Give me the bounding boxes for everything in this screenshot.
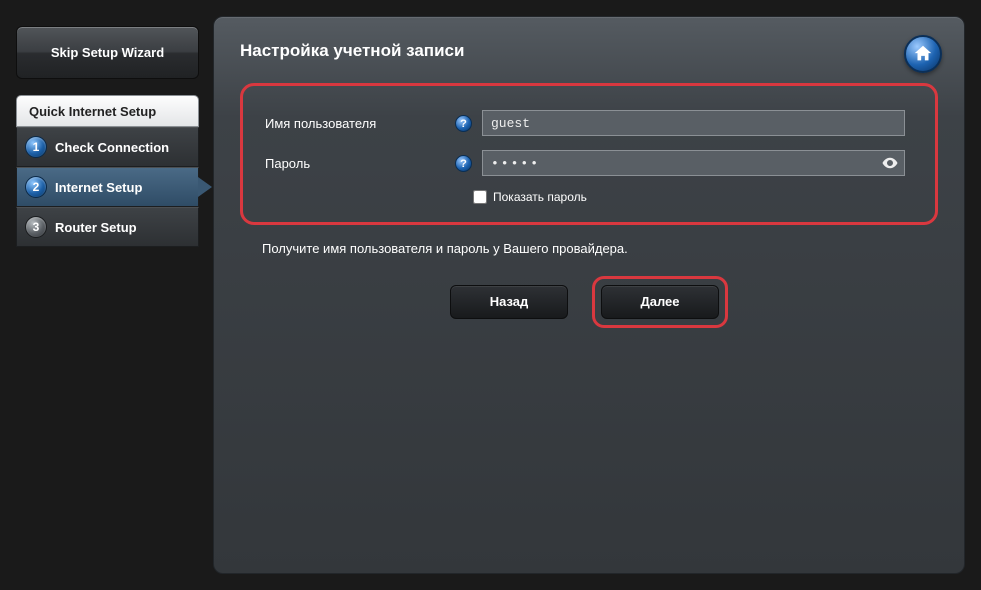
- sidebar: Skip Setup Wizard Quick Internet Setup 1…: [16, 16, 199, 574]
- button-row: Назад Далее: [240, 276, 938, 328]
- step-number-badge: 2: [25, 176, 47, 198]
- step-label: Check Connection: [55, 140, 169, 155]
- step-internet-setup[interactable]: 2 Internet Setup: [16, 167, 199, 207]
- help-icon[interactable]: ?: [455, 115, 472, 132]
- username-row: Имя пользователя ?: [265, 110, 905, 136]
- step-number-badge: 3: [25, 216, 47, 238]
- main-panel: Настройка учетной записи Имя пользовател…: [213, 16, 965, 574]
- home-icon: [912, 43, 934, 65]
- step-label: Internet Setup: [55, 180, 142, 195]
- home-button[interactable]: [904, 35, 942, 73]
- password-label: Пароль: [265, 156, 445, 171]
- step-check-connection[interactable]: 1 Check Connection: [16, 127, 199, 167]
- username-input[interactable]: [482, 110, 905, 136]
- next-button-highlight: Далее: [592, 276, 728, 328]
- step-router-setup[interactable]: 3 Router Setup: [16, 207, 199, 247]
- show-password-label: Показать пароль: [493, 190, 587, 204]
- show-password-checkbox[interactable]: [473, 190, 487, 204]
- step-number-badge: 1: [25, 136, 47, 158]
- password-input[interactable]: [482, 150, 905, 176]
- help-icon[interactable]: ?: [455, 155, 472, 172]
- page-title: Настройка учетной записи: [240, 41, 938, 61]
- step-label: Router Setup: [55, 220, 137, 235]
- username-label: Имя пользователя: [265, 116, 445, 131]
- hint-text: Получите имя пользователя и пароль у Ваш…: [262, 241, 938, 256]
- credentials-section: Имя пользователя ? Пароль ? Показать пар…: [240, 83, 938, 225]
- sidebar-header: Quick Internet Setup: [16, 95, 199, 127]
- password-row: Пароль ?: [265, 150, 905, 176]
- reveal-password-icon[interactable]: [881, 154, 899, 172]
- next-button[interactable]: Далее: [601, 285, 719, 319]
- show-password-row: Показать пароль: [473, 190, 905, 204]
- back-button[interactable]: Назад: [450, 285, 568, 319]
- skip-setup-wizard-button[interactable]: Skip Setup Wizard: [16, 26, 199, 79]
